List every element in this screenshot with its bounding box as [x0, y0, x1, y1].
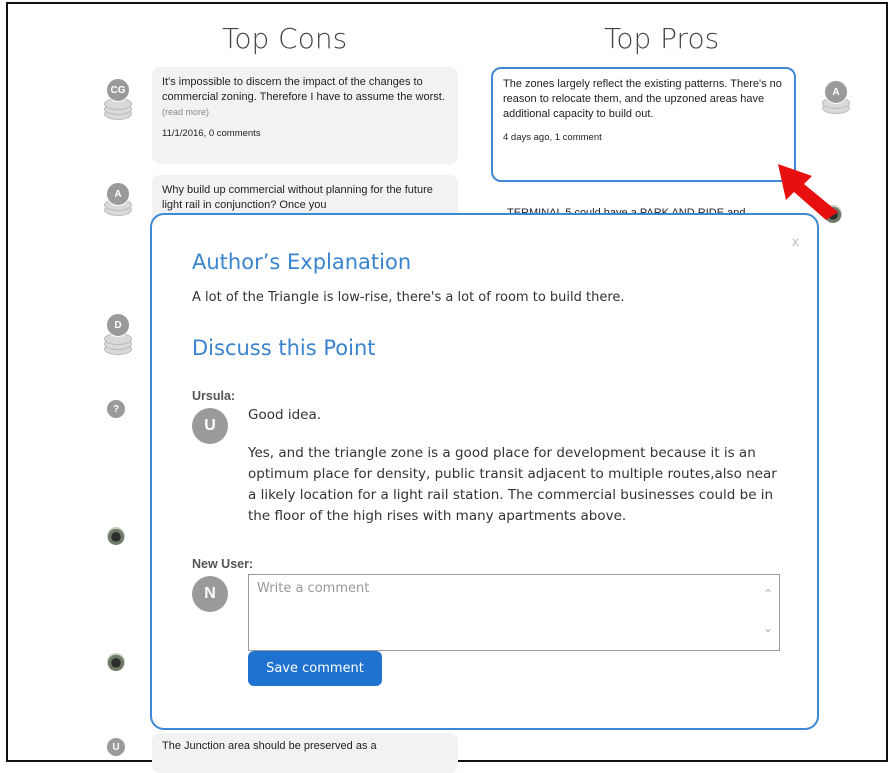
red-arrow-icon [778, 164, 838, 220]
scroll-up-icon[interactable]: ⌃ [763, 587, 773, 601]
comment-input[interactable]: Write a comment ⌃ ⌄ [248, 574, 780, 651]
discuss-heading: Discuss this Point [192, 336, 376, 360]
avatar[interactable]: U [107, 738, 125, 756]
avatar-photo[interactable] [107, 653, 125, 671]
con-meta: 11/1/2016, 0 comments [162, 128, 261, 139]
avatar-photo[interactable] [107, 527, 125, 545]
discussion-modal: x Author’s Explanation A lot of the Tria… [150, 213, 819, 730]
avatar[interactable]: A [104, 182, 132, 222]
top-pros-title: Top Pros [604, 22, 720, 55]
avatar[interactable]: D [104, 313, 132, 355]
con-card[interactable]: It's impossible to discern the impact of… [152, 67, 458, 164]
comment-line: Good idea. [248, 407, 322, 423]
avatar[interactable]: A [822, 80, 850, 120]
explanation-heading: Author’s Explanation [192, 250, 412, 274]
save-comment-button[interactable]: Save comment [248, 651, 382, 686]
comment-author: Ursula: [192, 389, 236, 403]
pro-text: The zones largely reflect the existing p… [503, 78, 782, 120]
new-user-avatar: N [192, 576, 228, 612]
new-user-label: New User: [192, 557, 254, 571]
top-cons-title: Top Cons [222, 22, 348, 55]
comment-body: Yes, and the triangle zone is a good pla… [248, 445, 777, 524]
comment-avatar: U [192, 408, 228, 444]
con-text: Why build up commercial without planning… [162, 184, 433, 211]
con-text: The Junction area should be preserved as… [162, 740, 377, 752]
comment-placeholder: Write a comment [257, 581, 370, 596]
pro-meta: 4 days ago, 1 comment [503, 132, 602, 143]
read-more-link[interactable]: (read more) [162, 107, 209, 117]
avatar[interactable]: ? [107, 400, 125, 418]
con-text: It's impossible to discern the impact of… [162, 76, 445, 103]
pro-card-selected[interactable]: The zones largely reflect the existing p… [491, 67, 796, 182]
avatar[interactable]: CG [104, 78, 132, 120]
scroll-down-icon[interactable]: ⌄ [763, 621, 773, 635]
con-card[interactable]: The Junction area should be preserved as… [152, 733, 458, 773]
textarea-scrollbar[interactable]: ⌃ ⌄ [763, 581, 777, 645]
explanation-text: A lot of the Triangle is low-rise, there… [192, 290, 625, 305]
close-icon[interactable]: x [792, 233, 799, 249]
